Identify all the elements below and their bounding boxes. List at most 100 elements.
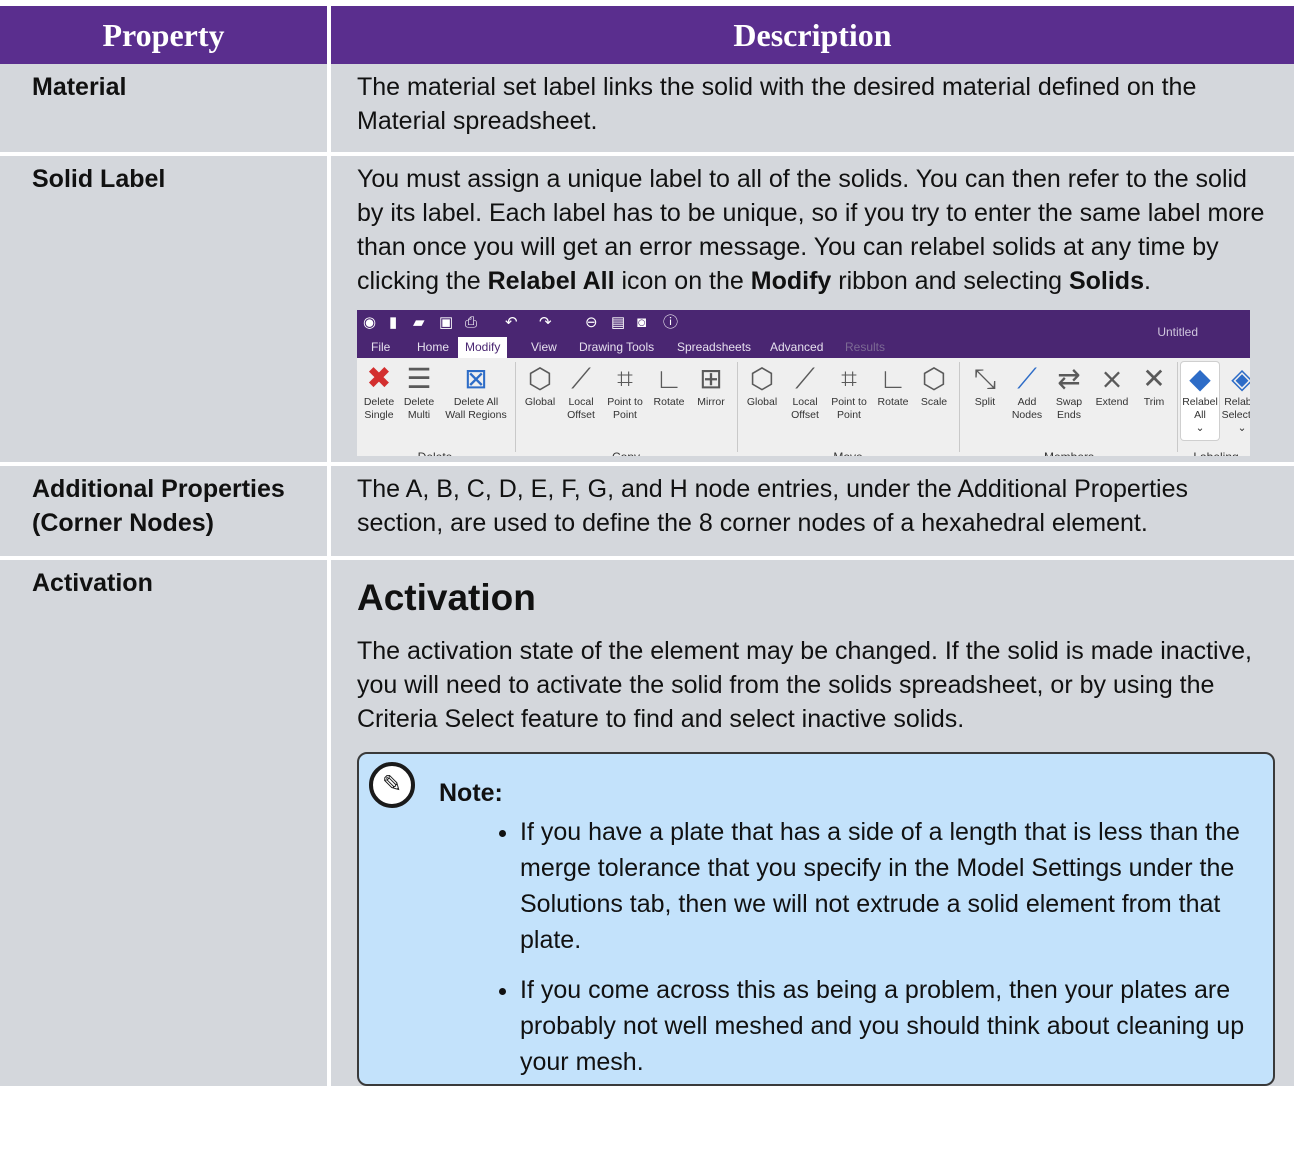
extend-button[interactable]: ⨯ Extend (1091, 362, 1133, 409)
point-to-point-icon: ⌗ (617, 363, 633, 394)
move-point-to-point-button[interactable]: ⌗ Point to Point (827, 362, 871, 422)
split-button[interactable]: ⤡ Split (965, 362, 1005, 409)
tool-label: Point to (831, 396, 867, 408)
relabel-all-ref: Relabel All (487, 267, 615, 295)
camera-icon[interactable]: ◙ (637, 315, 646, 331)
ribbon-tabs: File Home Modify View Drawing Tools Spre… (357, 336, 1250, 358)
table-header-row: Property Description (0, 6, 1294, 64)
undo-icon[interactable]: ↶ (505, 315, 518, 331)
tab-modify[interactable]: Modify (458, 337, 508, 358)
property-description: The material set label links the solid w… (329, 64, 1294, 154)
tool-label: Relabel (1182, 396, 1218, 408)
table-row-activation: Activation Activation The activation sta… (0, 556, 1294, 1086)
header-description: Description (329, 6, 1294, 64)
group-label-move: Move (743, 440, 953, 456)
redo-icon[interactable]: ↷ (539, 315, 552, 331)
move-global-button[interactable]: ⬡ Global (743, 362, 781, 409)
tool-label: Add (1017, 396, 1037, 408)
copy-rotate-button[interactable]: ∟ Rotate (649, 362, 689, 409)
group-label-delete: Delete (361, 440, 509, 456)
tool-label: Point to (607, 396, 643, 408)
point-to-point-icon: ⌗ (841, 363, 857, 394)
chevron-down-icon: ⌄ (1237, 422, 1247, 434)
new-file-icon[interactable]: ▮ (389, 315, 397, 331)
ribbon-body: ✖ Delete Single ☰ Delete Multi ⊠ Delete … (357, 358, 1250, 456)
text-run: . (1143, 267, 1151, 295)
rotate-icon: ∟ (879, 363, 907, 394)
tab-spreadsheets[interactable]: Spreadsheets (677, 339, 751, 355)
move-scale-button[interactable]: ⬡ Scale (915, 362, 953, 409)
split-icon: ⤡ (973, 363, 997, 394)
property-name: Additional Properties (Corner Nodes) (0, 462, 331, 558)
property-name: Activation (0, 556, 331, 1086)
save-icon[interactable]: ▣ (439, 315, 453, 331)
info-icon[interactable]: ⓘ (663, 315, 678, 331)
copy-global-button[interactable]: ⬡ Global (521, 362, 559, 409)
copy-mirror-button[interactable]: ⊞ Mirror (691, 362, 731, 409)
tool-label: Global (746, 396, 778, 408)
activation-heading: Activation (357, 577, 536, 618)
tool-label: Nodes (1011, 409, 1043, 421)
solid-label-text: You must assign a unique label to all of… (357, 162, 1278, 298)
mirror-icon: ⊞ (699, 363, 723, 394)
group-label-members: Members (965, 440, 1173, 456)
property-description: Activation The activation state of the e… (329, 556, 1294, 1086)
trim-button[interactable]: ✕ Trim (1135, 362, 1173, 409)
print-icon[interactable]: ⎙ (465, 315, 477, 331)
tab-drawing-tools[interactable]: Drawing Tools (579, 339, 654, 355)
open-folder-icon[interactable]: ▰ (413, 315, 425, 331)
tool-label: Delete (403, 396, 435, 408)
app-3d-icon[interactable]: ◉ (363, 315, 376, 331)
relabel-all-button[interactable]: ◆ Relabel All ⌄ (1181, 362, 1219, 440)
group-separator (1177, 362, 1178, 452)
toggle-icon[interactable]: ⊖ (585, 315, 598, 331)
spreadsheet-icon[interactable]: ▤ (611, 315, 625, 331)
tool-label: Local (568, 396, 594, 408)
note-title: Note: (439, 779, 503, 807)
tool-label: Offset (567, 409, 595, 421)
relabel-selected-button[interactable]: ◈ Relabel Selected ⌄ (1221, 362, 1250, 435)
tab-view[interactable]: View (531, 339, 557, 355)
tab-advanced[interactable]: Advanced (770, 339, 823, 355)
tool-label: All (1194, 409, 1206, 421)
tag-selected-icon: ◈ (1231, 363, 1250, 394)
text-run: icon on the (614, 267, 751, 295)
copy-local-offset-button[interactable]: ⟋ Local Offset (561, 362, 601, 422)
table-row-material: Material The material set label links th… (0, 64, 1294, 154)
ribbon-title-bar: ◉ ▮ ▰ ▣ ⎙ ↶ ↷ ⊖ ▤ ◙ ⓘ Untitled (357, 310, 1250, 339)
tool-label: Relabel (1224, 396, 1250, 408)
tab-file[interactable]: File (371, 339, 390, 355)
property-name: Solid Label (0, 152, 331, 464)
line-offset-icon: ⟋ (795, 363, 815, 394)
tool-label: Point (837, 409, 861, 421)
note-list: If you have a plate that has a side of a… (439, 814, 1249, 1080)
property-table: Property Description Material The materi… (0, 6, 1294, 1086)
activation-text: The activation state of the element may … (357, 637, 1252, 733)
tool-label: Global (524, 396, 556, 408)
table-row-solid-label: Solid Label You must assign a unique lab… (0, 152, 1294, 464)
tool-label: Swap (1055, 396, 1083, 408)
delete-all-wall-regions-button[interactable]: ⊠ Delete All Wall Regions (443, 362, 509, 422)
delete-single-button[interactable]: ✖ Delete Single (361, 362, 397, 422)
tab-home[interactable]: Home (417, 339, 449, 355)
delete-icon: ✖ (366, 362, 392, 395)
rotate-icon: ∟ (655, 363, 683, 394)
copy-point-to-point-button[interactable]: ⌗ Point to Point (603, 362, 647, 422)
tool-label: Multi (407, 409, 431, 421)
tool-label: Selected (1221, 409, 1250, 421)
move-local-offset-button[interactable]: ⟋ Local Offset (785, 362, 825, 422)
delete-multi-icon: ☰ (406, 363, 432, 394)
tool-label: Extend (1095, 396, 1129, 408)
move-rotate-button[interactable]: ∟ Rotate (873, 362, 913, 409)
property-description: The A, B, C, D, E, F, G, and H node entr… (329, 462, 1294, 558)
tool-label: Single (364, 409, 394, 421)
swap-ends-button[interactable]: ⇄ Swap Ends (1049, 362, 1089, 422)
tool-label: Delete All (453, 396, 499, 408)
trim-icon: ✕ (1142, 363, 1166, 394)
table-row-additional-properties: Additional Properties (Corner Nodes) The… (0, 462, 1294, 558)
delete-multi-button[interactable]: ☰ Delete Multi (401, 362, 437, 422)
add-nodes-button[interactable]: ⟋ Add Nodes (1007, 362, 1047, 422)
note-pencil-icon: ✎ (369, 762, 415, 808)
cube-icon: ⬡ (749, 363, 775, 394)
tool-label: Split (974, 396, 996, 408)
